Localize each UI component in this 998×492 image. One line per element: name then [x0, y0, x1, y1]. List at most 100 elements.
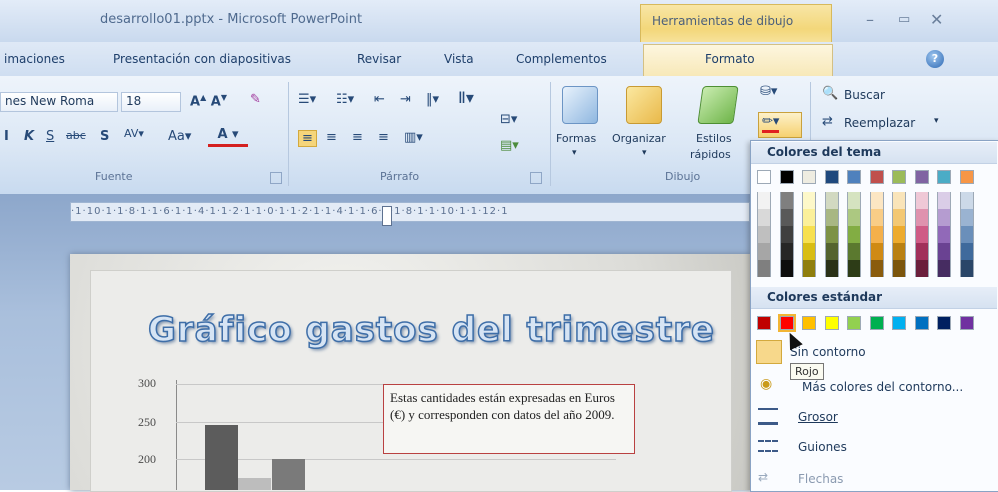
align-right-icon[interactable]: ≡ [352, 130, 363, 145]
tab-animaciones[interactable]: imaciones [4, 52, 65, 66]
theme-shade-swatch[interactable] [757, 226, 771, 243]
standard-color-swatch[interactable] [847, 316, 861, 330]
standard-color-swatch[interactable] [892, 316, 906, 330]
ruler-indent-marker[interactable] [382, 206, 392, 226]
theme-shade-swatch[interactable] [959, 243, 974, 260]
standard-color-swatch[interactable] [777, 314, 796, 332]
quick-styles-icon[interactable] [697, 86, 739, 124]
bullets-icon[interactable]: ☰▾ [298, 92, 316, 107]
slide-title[interactable]: Gráfico gastos del trimestre [147, 309, 715, 351]
font-dialog-launcher[interactable] [270, 172, 282, 184]
theme-shade-swatch[interactable] [937, 192, 951, 209]
theme-shade-swatch[interactable] [824, 192, 839, 209]
theme-shade-swatch[interactable] [959, 209, 974, 226]
theme-shade-swatch[interactable] [802, 260, 816, 277]
strikethrough-icon[interactable]: abc [66, 129, 86, 142]
align-center-icon[interactable]: ≡ [326, 130, 337, 145]
theme-shade-swatch[interactable] [847, 243, 861, 260]
italic-icon[interactable]: K [24, 129, 34, 144]
theme-color-swatch[interactable] [937, 170, 951, 184]
maximize-button[interactable]: ▭ [898, 12, 910, 27]
font-size-combo[interactable]: 18 [121, 92, 181, 112]
shape-outline-icon[interactable]: ✏▾ [762, 114, 780, 133]
justify-icon[interactable]: ≡ [378, 130, 389, 145]
theme-shade-swatch[interactable] [779, 260, 794, 277]
tab-complementos[interactable]: Complementos [516, 52, 607, 66]
standard-color-swatch[interactable] [869, 316, 884, 330]
minimize-button[interactable]: – [866, 10, 874, 29]
standard-color-swatch[interactable] [959, 316, 974, 330]
theme-shade-swatch[interactable] [847, 260, 861, 277]
quick-styles-label[interactable]: Estilos [696, 132, 732, 145]
line-spacing-icon[interactable]: ‖▾ [426, 92, 439, 107]
no-outline-item[interactable]: Sin contorno [790, 345, 866, 359]
shadow-icon[interactable]: S [100, 129, 109, 144]
theme-shade-swatch[interactable] [869, 209, 884, 226]
theme-shade-swatch[interactable] [892, 209, 906, 226]
underline-icon[interactable]: S [46, 129, 54, 144]
slide-textbox[interactable]: Estas cantidades están expresadas en Eur… [383, 384, 635, 454]
theme-shade-swatch[interactable] [757, 209, 771, 226]
theme-shade-swatch[interactable] [757, 260, 771, 277]
theme-shade-swatch[interactable] [757, 243, 771, 260]
shape-fill-icon[interactable]: ⛁▾ [760, 84, 777, 99]
clear-format-icon[interactable]: ✎ [250, 92, 261, 107]
replace-button[interactable]: Reemplazar [844, 116, 915, 130]
theme-color-swatch[interactable] [802, 170, 816, 184]
find-button[interactable]: Buscar [844, 88, 885, 102]
theme-shade-swatch[interactable] [779, 192, 794, 209]
theme-shade-swatch[interactable] [779, 243, 794, 260]
numbering-icon[interactable]: ☷▾ [336, 92, 354, 107]
theme-shade-swatch[interactable] [802, 209, 816, 226]
align-left-icon[interactable]: ≡ [298, 130, 317, 147]
theme-shade-swatch[interactable] [937, 260, 951, 277]
columns-icon[interactable]: ▥▾ [404, 130, 423, 145]
theme-shade-swatch[interactable] [937, 243, 951, 260]
standard-color-swatch[interactable] [937, 316, 951, 330]
theme-shade-swatch[interactable] [847, 209, 861, 226]
standard-color-swatch[interactable] [802, 316, 816, 330]
theme-color-swatch[interactable] [779, 170, 794, 184]
theme-color-swatch[interactable] [757, 170, 771, 184]
help-icon[interactable]: ? [926, 50, 944, 68]
theme-shade-swatch[interactable] [824, 260, 839, 277]
close-button[interactable]: ✕ [930, 10, 943, 29]
theme-shade-swatch[interactable] [869, 192, 884, 209]
decrease-indent-icon[interactable]: ⇤ [374, 92, 385, 107]
char-spacing-icon[interactable]: AV▾ [124, 127, 144, 140]
shapes-icon[interactable] [562, 86, 598, 124]
theme-color-swatch[interactable] [959, 170, 974, 184]
increase-indent-icon[interactable]: ⇥ [400, 92, 411, 107]
theme-shade-swatch[interactable] [914, 243, 929, 260]
theme-shade-swatch[interactable] [847, 192, 861, 209]
font-color-icon[interactable]: A ▾ [208, 126, 248, 147]
tab-formato[interactable]: Formato [705, 52, 755, 66]
theme-shade-swatch[interactable] [892, 260, 906, 277]
theme-shade-swatch[interactable] [959, 260, 974, 277]
theme-shade-swatch[interactable] [869, 260, 884, 277]
theme-shade-swatch[interactable] [937, 209, 951, 226]
theme-shade-swatch[interactable] [779, 209, 794, 226]
theme-color-swatch[interactable] [914, 170, 929, 184]
theme-shade-swatch[interactable] [869, 226, 884, 243]
weight-item[interactable]: Grosor [798, 410, 838, 424]
theme-shade-swatch[interactable] [914, 209, 929, 226]
arrange-icon[interactable] [626, 86, 662, 124]
theme-shade-swatch[interactable] [802, 226, 816, 243]
theme-shade-swatch[interactable] [959, 192, 974, 209]
theme-shade-swatch[interactable] [847, 226, 861, 243]
theme-color-swatch[interactable] [869, 170, 884, 184]
replace-dropdown-icon[interactable]: ▾ [934, 116, 939, 126]
theme-shade-swatch[interactable] [914, 226, 929, 243]
theme-shade-swatch[interactable] [914, 192, 929, 209]
quick-styles-label-2[interactable]: rápidos [690, 148, 731, 161]
theme-shade-swatch[interactable] [779, 226, 794, 243]
bold-icon[interactable]: I [4, 129, 9, 144]
theme-color-swatch[interactable] [847, 170, 861, 184]
shapes-label[interactable]: Formas [556, 132, 596, 145]
theme-shade-swatch[interactable] [937, 226, 951, 243]
standard-color-swatch[interactable] [824, 316, 839, 330]
theme-shade-swatch[interactable] [824, 209, 839, 226]
change-case-icon[interactable]: Aa▾ [168, 129, 191, 144]
tab-revisar[interactable]: Revisar [357, 52, 401, 66]
